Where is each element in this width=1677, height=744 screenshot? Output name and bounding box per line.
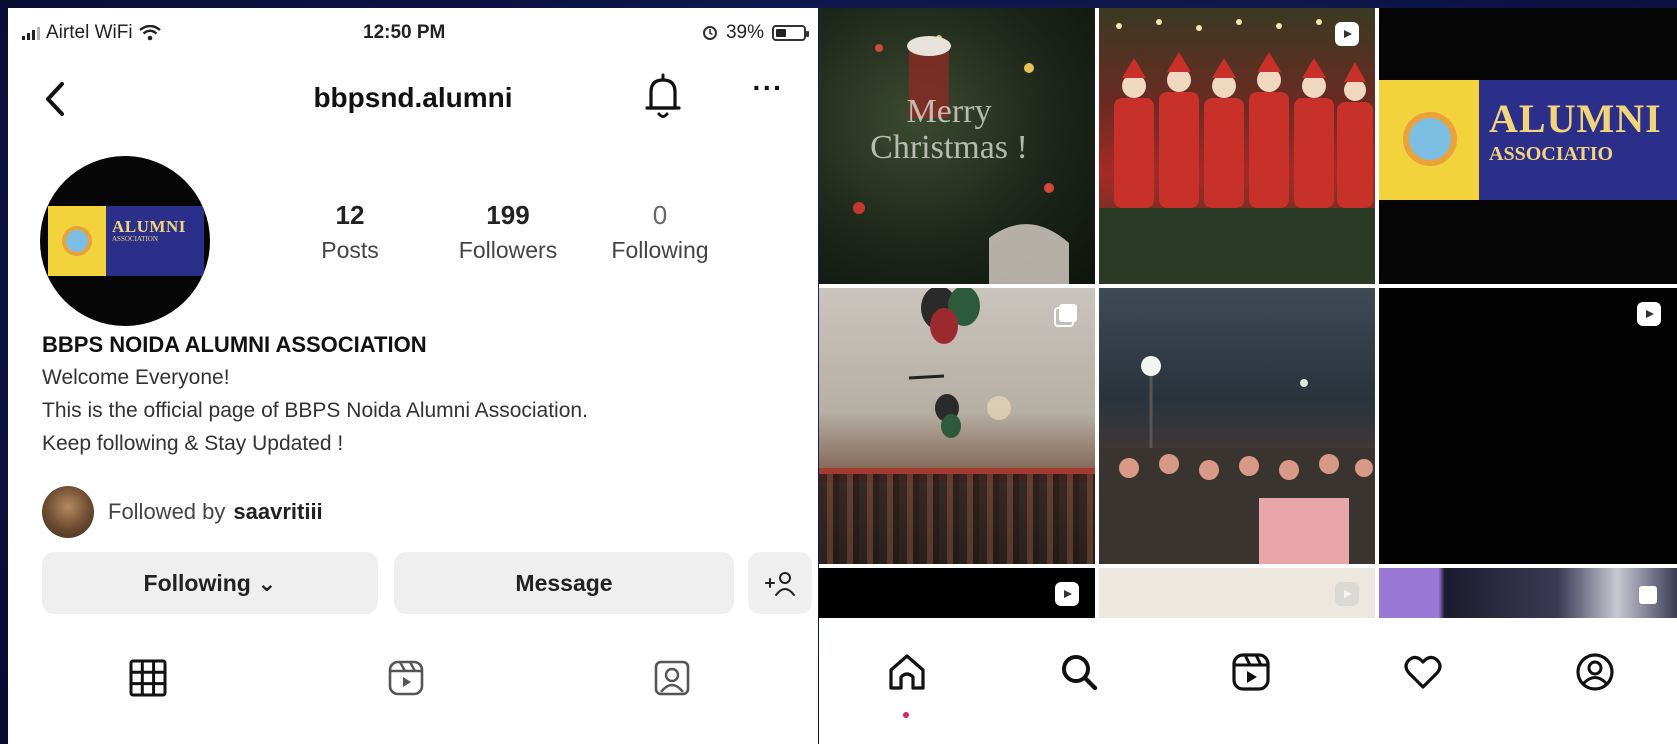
grid-icon [129,659,167,697]
followed-by[interactable]: Followed by saavritiii [42,482,323,542]
nav-home[interactable] [877,642,937,718]
post-logo-line-1: ALUMNI [1489,96,1662,141]
logo-text: ALUMNI ASSOCIATIO [1479,80,1677,200]
profile-actions: Following ⌄ Message [42,552,812,614]
alarm-icon [702,26,717,40]
profile-username: bbpsnd.alumni [313,82,513,113]
reel-badge-icon [1335,22,1359,46]
signal-icon [22,26,40,40]
notification-dot [903,712,909,718]
post-tile-5[interactable] [1099,288,1375,564]
bio-line-1: Welcome Everyone! [42,366,230,389]
bio-line-2: This is the official page of BBPS Noida … [42,399,588,422]
status-bar: Airtel WiFi 12:50 PM 39% [8,8,818,58]
profile-icon [1576,653,1614,691]
post-tile-1[interactable]: Merry Christmas ! [819,8,1095,284]
post-logo-line-2: ASSOCIATIO [1489,143,1614,165]
tab-tagged[interactable] [642,648,702,708]
bell-icon [645,73,681,118]
battery-percent: 39% [725,22,764,43]
nav-activity[interactable] [1393,642,1453,702]
logo-text: ALUMNI ASSOCIATION [106,206,204,276]
nav-search[interactable] [1049,642,1109,702]
carousel-badge-icon [1054,304,1077,327]
post-tile-4[interactable] [819,288,1095,564]
follower-avatar [42,486,94,538]
reel-badge-icon [1055,582,1079,606]
reels-icon [388,660,424,696]
battery-fill [776,29,787,37]
following-count: 0 [652,200,668,230]
profile-bio: BBPS NOIDA ALUMNI ASSOCIATION Welcome Ev… [42,328,812,460]
posts-count: 12 [335,200,365,230]
logo-emblem-icon [1379,80,1479,200]
bio-line-3: Keep following & Stay Updated ! [42,432,344,455]
profile-stats: 12 Posts 199 Followers 0 Following [308,200,758,280]
christmas-text: Merry Christmas ! [870,93,1028,166]
alumni-logo-post: ALUMNI ASSOCIATIO [1379,80,1677,200]
nav-profile[interactable] [1565,642,1625,702]
logo-emblem-icon [48,206,106,276]
suggested-users-button[interactable] [748,552,812,614]
heart-icon [1404,655,1442,689]
followed-by-prefix: Followed by [108,499,226,524]
nav-reels[interactable] [1221,642,1281,702]
status-time: 12:50 PM [363,22,446,43]
crowd-graphic [819,474,1095,564]
reel-badge-icon [1637,302,1661,326]
logo-line-2: ASSOCIATION [112,234,158,243]
carrier-info: Airtel WiFi [22,22,161,44]
wifi-icon [138,25,161,41]
battery-icon [772,25,809,41]
reel-badge-icon [1335,582,1359,606]
home-icon [889,654,925,690]
stat-following[interactable]: 0 Following [590,200,730,264]
logo-line-1: ALUMNI [112,217,186,236]
profile-header: bbpsnd.alumni ··· [8,64,818,134]
stat-posts[interactable]: 12 Posts [308,200,392,264]
stat-followers[interactable]: 199 Followers [438,200,578,264]
message-button[interactable]: Message [394,552,734,614]
bottom-navigation [819,620,1677,744]
tagged-icon [654,660,690,696]
more-options-button[interactable]: ··· [743,72,793,112]
post-tile-2[interactable] [1099,8,1375,284]
tab-reels[interactable] [376,648,436,708]
profile-screen: Airtel WiFi 12:50 PM 39% bbpsnd.alumni ·… [8,8,818,744]
following-label: Following [611,237,709,263]
post-tile-9[interactable] [1379,568,1677,618]
carousel-badge-icon [1639,586,1657,604]
post-tile-8[interactable] [1099,568,1375,618]
post-tile-7[interactable] [819,568,1095,618]
followed-by-user[interactable]: saavritiii [233,499,322,525]
add-person-icon [765,572,795,596]
following-button[interactable]: Following ⌄ [42,552,378,614]
posts-screen: Merry Christmas ! ALUMNI ASSOCIATIO [819,8,1677,744]
carrier-label: Airtel WiFi [46,22,133,43]
battery-info: 39% [702,22,809,44]
display-name: BBPS NOIDA ALUMNI ASSOCIATION [42,332,427,357]
notifications-button[interactable] [638,70,688,124]
followers-label: Followers [458,237,558,263]
profile-avatar[interactable]: ALUMNI ASSOCIATION [40,156,210,326]
search-icon [1062,655,1098,691]
reels-icon [1232,653,1270,691]
profile-tabs [8,648,818,708]
alumni-logo: ALUMNI ASSOCIATION [48,206,204,276]
post-tile-3[interactable]: ALUMNI ASSOCIATIO [1379,8,1677,284]
post-tile-6[interactable] [1379,288,1677,564]
choir-image [1099,19,1375,284]
night-crowd-image [1099,356,1375,564]
followers-count: 199 [486,200,530,230]
tab-grid[interactable] [118,648,178,708]
posts-label: Posts [321,237,379,263]
